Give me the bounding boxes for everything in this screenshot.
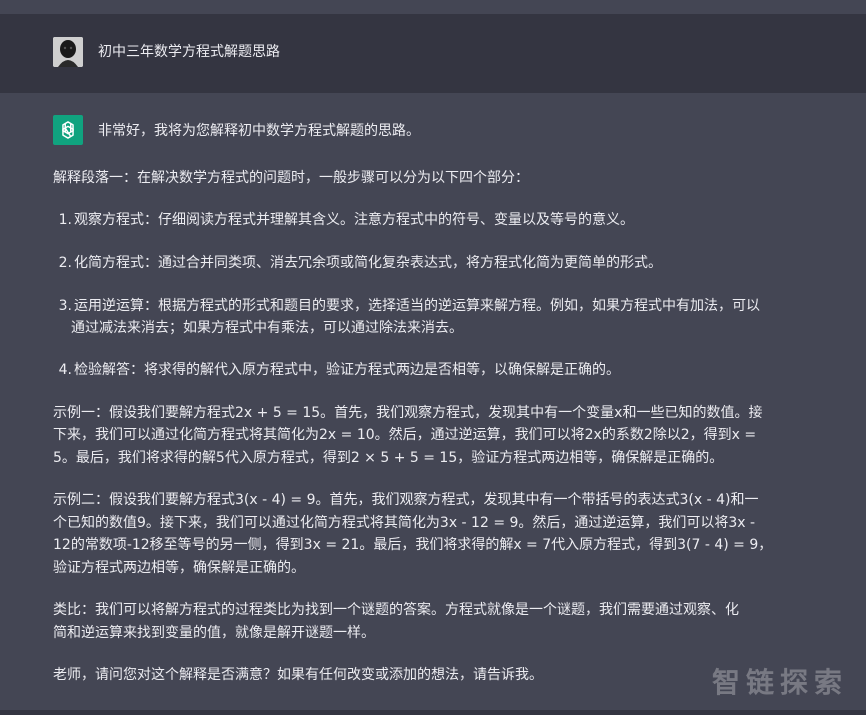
- step-text: 检验解答：将求得的解代入原方程式中，验证方程式两边是否相等，以确保解是正确的。: [74, 362, 620, 378]
- example-2-line: 验证方程式两边相等，确保解是正确的。: [53, 560, 305, 576]
- step-number: 4.: [58, 362, 72, 378]
- step-text-line2: 通过减法来消去；如果方程式中有乘法，可以通过除法来消去。: [71, 320, 463, 336]
- example-1-line: 下来，我们可以通过化简方程式将其简化为2x = 10。然后，通过逆运算，我们可以…: [53, 427, 757, 443]
- example-2-line: 12的常数项-12移至等号的另一侧，得到3x = 21。最后，我们将求得的解x …: [53, 537, 773, 553]
- chatgpt-logo-icon: [53, 115, 83, 145]
- paragraph-explanation-1: 解释段落一：在解决数学方程式的问题时，一般步骤可以分为以下四个部分：: [53, 170, 529, 186]
- step-item-2: 2. 化简方程式：通过合并同类项、消去冗余项或简化复杂表达式，将方程式化简为更简单…: [53, 251, 662, 276]
- user-avatar: [53, 37, 83, 67]
- top-strip: [0, 0, 866, 14]
- closing-question: 老师，请问您对这个解释是否满意？如果有任何改变或添加的想法，请告诉我。: [53, 667, 543, 683]
- analogy-line: 简和逆运算来找到变量的值，就像是解开谜题一样。: [53, 625, 375, 641]
- user-avatar-image: [53, 37, 83, 67]
- example-1-line: 5。最后，我们将求得的解5代入原方程式，得到2 × 5 + 5 = 15，验证方…: [53, 450, 724, 466]
- user-message-row: 初中三年数学方程式解题思路: [0, 14, 866, 93]
- step-item-4: 4. 检验解答：将求得的解代入原方程式中，验证方程式两边是否相等，以确保解是正确的…: [53, 358, 620, 383]
- step-item-1: 1. 观察方程式：仔细阅读方程式并理解其含义。注意方程式中的符号、变量以及等号的意…: [53, 208, 634, 233]
- analogy-line: 类比：我们可以将解方程式的过程类比为找到一个谜题的答案。方程式就像是一个谜题，我…: [53, 602, 739, 618]
- assistant-message-row: 非常好，我将为您解释初中数学方程式解题的思路。 解释段落一：在解决数学方程式的问…: [0, 93, 866, 715]
- user-message-text: 初中三年数学方程式解题思路: [98, 44, 280, 60]
- step-item-3-continued: 通过减法来消去；如果方程式中有乘法，可以通过除法来消去。: [53, 316, 463, 341]
- step-text: 观察方程式：仔细阅读方程式并理解其含义。注意方程式中的符号、变量以及等号的意义。: [74, 212, 634, 228]
- step-number: 1.: [58, 212, 72, 228]
- watermark: 智链探索: [711, 666, 848, 699]
- step-text-line1: 运用逆运算：根据方程式的形式和题目的要求，选择适当的逆运算来解方程。例如，如果方…: [74, 298, 760, 314]
- step-text: 化简方程式：通过合并同类项、消去冗余项或简化复杂表达式，将方程式化简为更简单的形…: [74, 255, 662, 271]
- openai-icon: [62, 121, 74, 139]
- assistant-intro: 非常好，我将为您解释初中数学方程式解题的思路。: [98, 123, 420, 139]
- step-number: 2.: [58, 255, 72, 271]
- example-2-line: 示例二：假设我们要解方程式3(x - 4) = 9。首先，我们观察方程式，发现其…: [53, 492, 759, 508]
- bottom-bar: [0, 710, 866, 715]
